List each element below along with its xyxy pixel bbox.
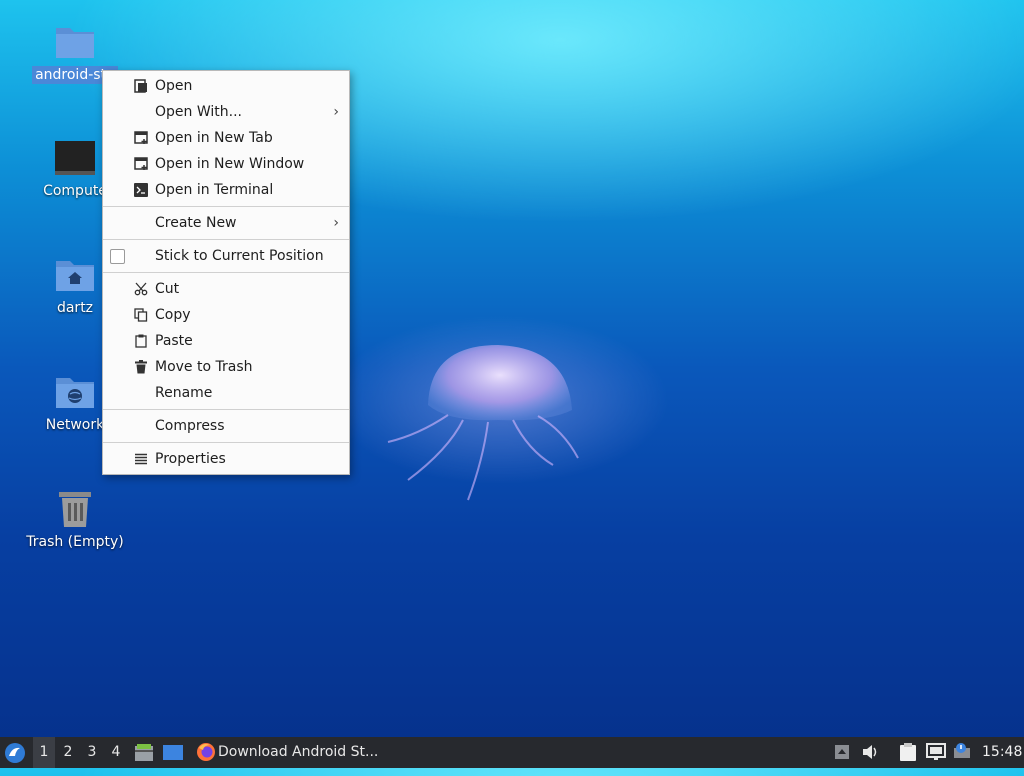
menu-item-open-with[interactable]: Open With... › — [103, 99, 349, 125]
chevron-right-icon: › — [333, 215, 339, 231]
chevron-right-icon: › — [333, 104, 339, 120]
network-folder-icon — [56, 378, 94, 408]
desktop-icon-label: Network — [45, 417, 105, 433]
new-tab-icon — [134, 131, 148, 144]
tray-expand-button[interactable] — [834, 737, 852, 768]
desktop-icon-label: dartz — [56, 300, 94, 316]
terminal-icon — [134, 183, 148, 197]
trash-icon — [59, 492, 91, 527]
taskbar: 1 2 3 4 Download Android St... 15:48 — [0, 737, 1024, 768]
menu-item-compress[interactable]: Compress — [103, 413, 349, 439]
home-folder-icon — [56, 261, 94, 291]
menu-item-open-terminal[interactable]: Open in Terminal — [103, 177, 349, 203]
scissors-icon — [134, 282, 148, 296]
menu-separator — [103, 239, 349, 240]
copy-icon — [134, 308, 148, 322]
menu-item-move-to-trash[interactable]: Move to Trash — [103, 354, 349, 380]
desktop-icon-label: Trash (Empty) — [26, 534, 124, 550]
menu-item-stick-position[interactable]: Stick to Current Position — [103, 243, 349, 269]
trash-icon — [135, 360, 147, 374]
app-menu-button[interactable] — [4, 737, 28, 768]
menu-separator — [103, 272, 349, 273]
menu-item-create-new[interactable]: Create New › — [103, 210, 349, 236]
menu-separator — [103, 206, 349, 207]
desktop-icon-label: Compute — [43, 183, 107, 199]
firefox-icon — [197, 743, 215, 761]
workspace-2[interactable]: 2 — [57, 737, 79, 768]
menu-item-properties[interactable]: Properties — [103, 446, 349, 472]
menu-item-open[interactable]: Open — [103, 73, 349, 99]
clock[interactable]: 15:48 — [982, 737, 1022, 768]
volume-button[interactable] — [862, 737, 884, 768]
taskbar-window-firefox[interactable]: Download Android St... — [194, 737, 384, 768]
new-window-icon — [134, 157, 148, 170]
lubuntu-logo-icon — [5, 743, 25, 763]
menu-item-paste[interactable]: Paste — [103, 328, 349, 354]
desktop-icon-trash[interactable]: Trash (Empty) — [20, 489, 130, 551]
update-notification-icon — [954, 743, 970, 758]
network-wired-icon — [926, 743, 946, 760]
folder-icon — [56, 28, 94, 58]
clipboard-icon — [900, 743, 916, 761]
context-menu: Open Open With... › Open in New Tab Open… — [102, 70, 350, 475]
arrow-up-icon — [835, 745, 849, 759]
taskbar-window-title: Download Android St... — [218, 744, 379, 760]
menu-separator — [103, 409, 349, 410]
show-desktop-button[interactable] — [162, 737, 186, 768]
updates-tray-button[interactable] — [952, 737, 974, 768]
properties-icon — [135, 453, 147, 465]
computer-icon — [55, 141, 95, 175]
open-icon — [134, 79, 147, 93]
menu-separator — [103, 442, 349, 443]
workspace-1[interactable]: 1 — [33, 737, 55, 768]
volume-icon — [863, 745, 877, 759]
desktop-icon — [163, 745, 183, 760]
file-manager-icon — [135, 744, 153, 761]
file-manager-launcher[interactable] — [134, 737, 156, 768]
menu-item-copy[interactable]: Copy — [103, 302, 349, 328]
network-tray-button[interactable] — [926, 737, 948, 768]
stick-position-checkbox[interactable] — [110, 249, 125, 264]
menu-item-rename[interactable]: Rename — [103, 380, 349, 406]
menu-item-open-new-tab[interactable]: Open in New Tab — [103, 125, 349, 151]
menu-item-open-new-window[interactable]: Open in New Window — [103, 151, 349, 177]
clipboard-tray-button[interactable] — [899, 737, 921, 768]
workspace-3[interactable]: 3 — [81, 737, 103, 768]
clipboard-icon — [135, 334, 147, 348]
menu-item-cut[interactable]: Cut — [103, 276, 349, 302]
workspace-4[interactable]: 4 — [105, 737, 127, 768]
jellyfish-wallpaper-art — [387, 345, 579, 501]
